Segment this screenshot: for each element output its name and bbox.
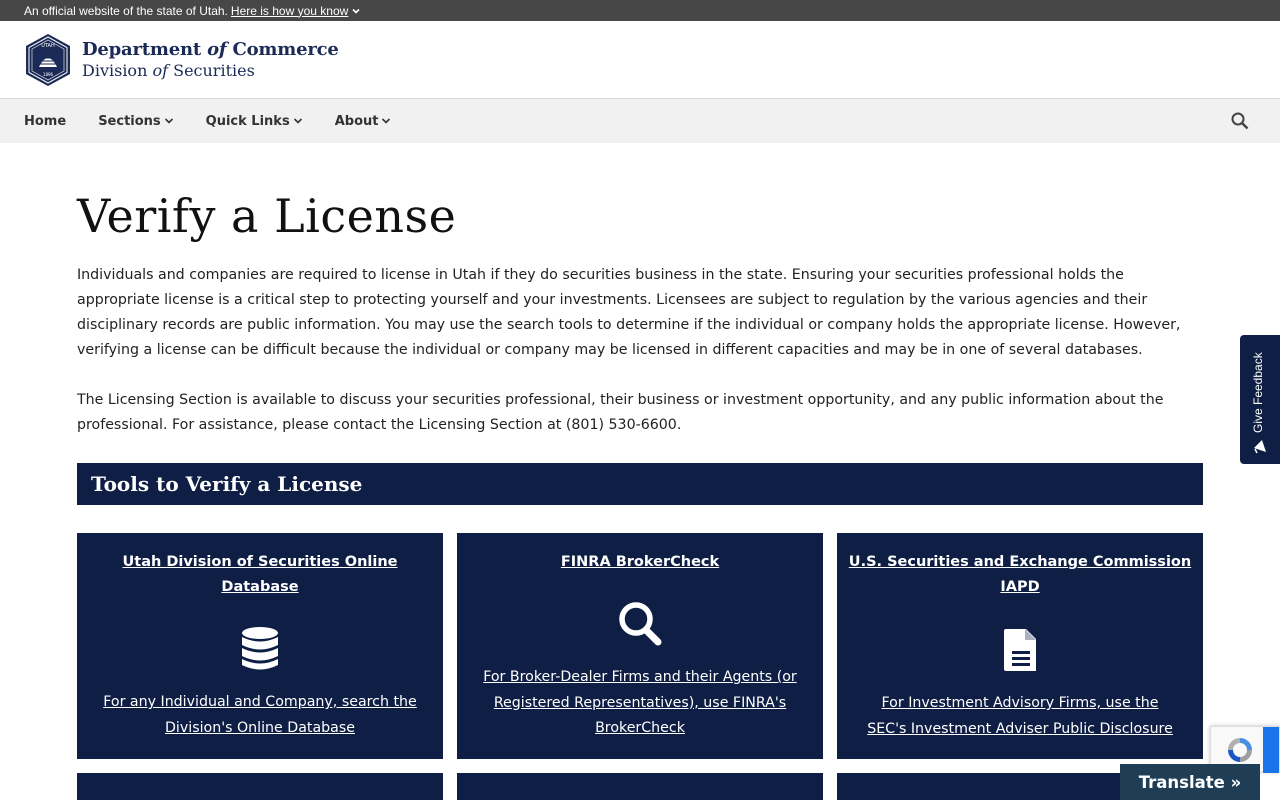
search-icon xyxy=(619,602,662,646)
contact-paragraph: The Licensing Section is available to di… xyxy=(77,392,1164,433)
how-you-know-link[interactable]: Here is how you know xyxy=(231,4,361,18)
card-title[interactable]: FINRA BrokerCheck xyxy=(467,550,813,575)
chevron-down-icon xyxy=(352,8,360,14)
card-title[interactable]: Utah Division of Securities Online Datab… xyxy=(87,550,433,600)
svg-text:UTAH: UTAH xyxy=(41,43,55,49)
chevron-down-icon xyxy=(382,118,391,124)
card-description[interactable]: For Investment Advisory Firms, use the S… xyxy=(847,691,1193,742)
tool-card-utah-database[interactable]: Utah Division of Securities Online Datab… xyxy=(77,533,443,759)
recaptcha-icon xyxy=(1228,738,1252,762)
card-description[interactable]: For any Individual and Company, search t… xyxy=(87,690,433,741)
card-title[interactable]: U.S. Securities and Exchange Commission … xyxy=(847,550,1193,600)
main-content: Verify a License Individuals and compani… xyxy=(0,143,1280,800)
tool-card[interactable] xyxy=(457,773,823,800)
translate-button[interactable]: Translate » xyxy=(1120,764,1260,800)
search-icon[interactable] xyxy=(1230,111,1250,131)
chevron-down-icon xyxy=(164,118,173,124)
tool-cards: Utah Division of Securities Online Datab… xyxy=(77,533,1203,759)
give-feedback-tab[interactable]: Give Feedback xyxy=(1240,335,1280,464)
page-title: Verify a License xyxy=(77,189,457,243)
nav-quick-links[interactable]: Quick Links xyxy=(206,114,303,129)
official-site-text: An official website of the state of Utah… xyxy=(24,3,228,18)
svg-text:1896: 1896 xyxy=(43,72,54,77)
section-heading: Tools to Verify a License xyxy=(77,463,1203,505)
tool-card-finra-brokercheck[interactable]: FINRA BrokerCheck For Broker-Dealer Firm… xyxy=(457,533,823,759)
nav-home[interactable]: Home xyxy=(24,114,66,129)
site-header: UTAH 1896 Department of Commerce Divisio… xyxy=(0,21,1280,99)
database-icon xyxy=(242,627,278,670)
main-nav: Home Sections Quick Links About xyxy=(0,99,1280,143)
document-icon xyxy=(1004,629,1036,671)
official-site-banner: An official website of the state of Utah… xyxy=(0,0,1280,21)
chevron-down-icon xyxy=(293,118,302,124)
nav-sections[interactable]: Sections xyxy=(98,114,173,129)
tool-card[interactable] xyxy=(77,773,443,800)
feedback-label: Give Feedback xyxy=(1251,352,1265,433)
nav-about[interactable]: About xyxy=(335,114,392,129)
site-logo[interactable]: UTAH 1896 Department of Commerce Divisio… xyxy=(24,33,339,87)
recaptcha-strip xyxy=(1263,727,1279,773)
logo-title: Department of Commerce xyxy=(82,38,339,60)
intro-paragraph: Individuals and companies are required t… xyxy=(77,267,1181,358)
card-description[interactable]: For Broker-Dealer Firms and their Agents… xyxy=(467,665,813,742)
how-you-know-label: Here is how you know xyxy=(230,3,349,18)
tool-card-sec-iapd[interactable]: U.S. Securities and Exchange Commission … xyxy=(837,533,1203,759)
megaphone-icon xyxy=(1254,440,1266,454)
utah-seal-icon: UTAH 1896 xyxy=(26,33,70,86)
logo-subtitle: Division of Securities xyxy=(82,60,255,80)
tool-cards-row-2 xyxy=(77,773,1203,800)
